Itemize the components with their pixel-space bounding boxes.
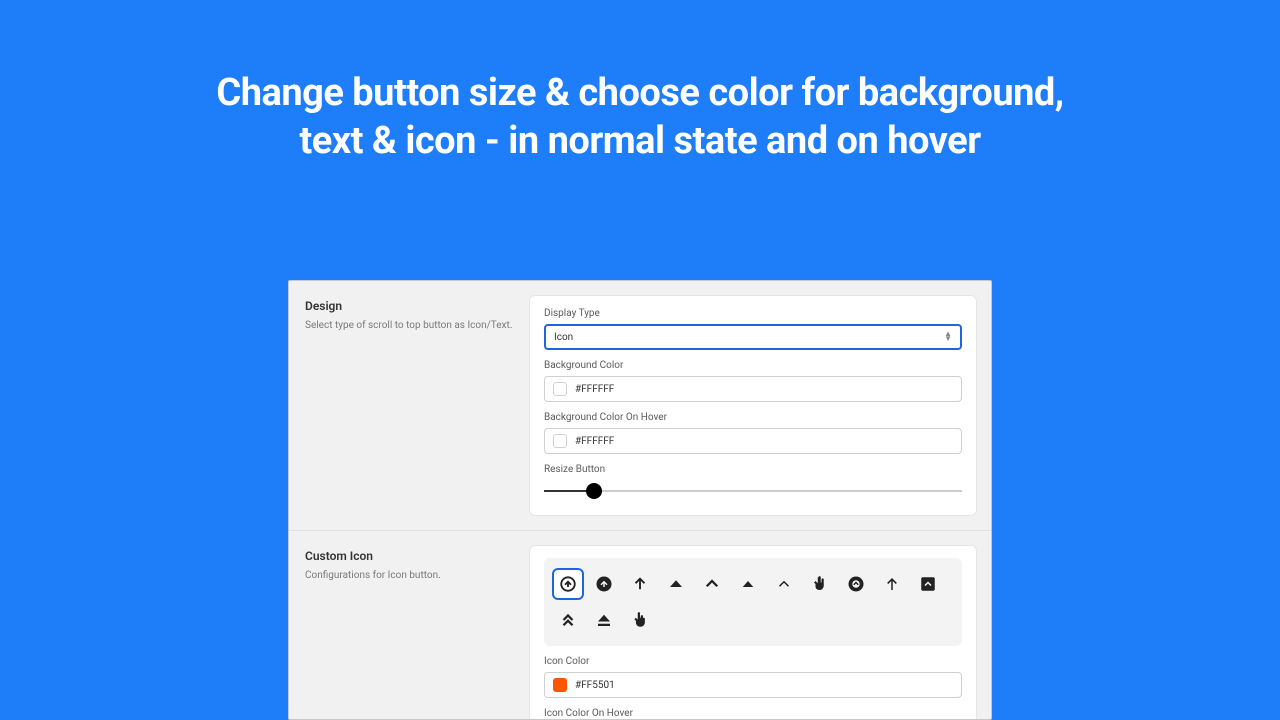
chevron-up-icon[interactable]	[696, 568, 728, 600]
triangle-up-icon[interactable]	[660, 568, 692, 600]
design-card: Display Type Icon ▲▼ Background Color #F…	[529, 295, 977, 516]
custom-icon-sidebar: Custom Icon Configurations for Icon butt…	[289, 531, 529, 720]
design-section: Design Select type of scroll to top butt…	[289, 281, 991, 531]
icon-color-swatch	[553, 678, 567, 692]
arrow-up-icon[interactable]	[624, 568, 656, 600]
slider-thumb[interactable]	[586, 483, 602, 499]
select-arrows-icon: ▲▼	[944, 332, 952, 342]
circle-arrow-solid-icon[interactable]	[588, 568, 620, 600]
circle-arrow-outline-icon[interactable]	[552, 568, 584, 600]
bg-color-label: Background Color	[544, 360, 962, 371]
display-type-value: Icon	[554, 332, 573, 343]
pointer-hand-icon[interactable]	[624, 604, 656, 636]
bg-hover-value: #FFFFFF	[575, 436, 614, 447]
bg-hover-swatch	[553, 434, 567, 448]
display-type-label: Display Type	[544, 308, 962, 319]
bg-color-swatch	[553, 382, 567, 396]
bg-color-value: #FFFFFF	[575, 384, 614, 395]
hero-line-2: text & icon - in normal state and on hov…	[80, 118, 1200, 166]
custom-icon-card: Icon Color #FF5501 Icon Color On Hover #…	[529, 545, 977, 720]
custom-icon-section: Custom Icon Configurations for Icon butt…	[289, 531, 991, 720]
icon-color-label: Icon Color	[544, 656, 962, 667]
icon-color-value: #FF5501	[575, 680, 615, 691]
hero-title: Change button size & choose color for ba…	[0, 0, 1280, 165]
eject-icon[interactable]	[588, 604, 620, 636]
icon-picker-grid	[544, 558, 962, 646]
bg-hover-input[interactable]: #FFFFFF	[544, 428, 962, 454]
arrow-thin-icon[interactable]	[876, 568, 908, 600]
icon-color-input[interactable]: #FF5501	[544, 672, 962, 698]
resize-label: Resize Button	[544, 464, 962, 475]
chevron-thin-icon[interactable]	[768, 568, 800, 600]
double-chevron-icon[interactable]	[552, 604, 584, 636]
slider-track-empty	[594, 490, 962, 492]
square-up-icon[interactable]	[912, 568, 944, 600]
custom-icon-desc: Configurations for Icon button.	[305, 569, 513, 583]
design-sidebar: Design Select type of scroll to top butt…	[289, 281, 529, 530]
display-type-select[interactable]: Icon ▲▼	[544, 324, 962, 350]
design-desc: Select type of scroll to top button as I…	[305, 319, 513, 333]
bg-hover-label: Background Color On Hover	[544, 412, 962, 423]
custom-icon-title: Custom Icon	[305, 549, 513, 563]
caret-filled-icon[interactable]	[732, 568, 764, 600]
hand-up-icon[interactable]	[804, 568, 836, 600]
design-title: Design	[305, 299, 513, 313]
bg-color-input[interactable]: #FFFFFF	[544, 376, 962, 402]
settings-panel: Design Select type of scroll to top butt…	[288, 280, 992, 720]
icon-hover-label: Icon Color On Hover	[544, 708, 962, 719]
resize-slider[interactable]	[544, 481, 962, 501]
ring-up-icon[interactable]	[840, 568, 872, 600]
hero-line-1: Change button size & choose color for ba…	[80, 70, 1200, 118]
